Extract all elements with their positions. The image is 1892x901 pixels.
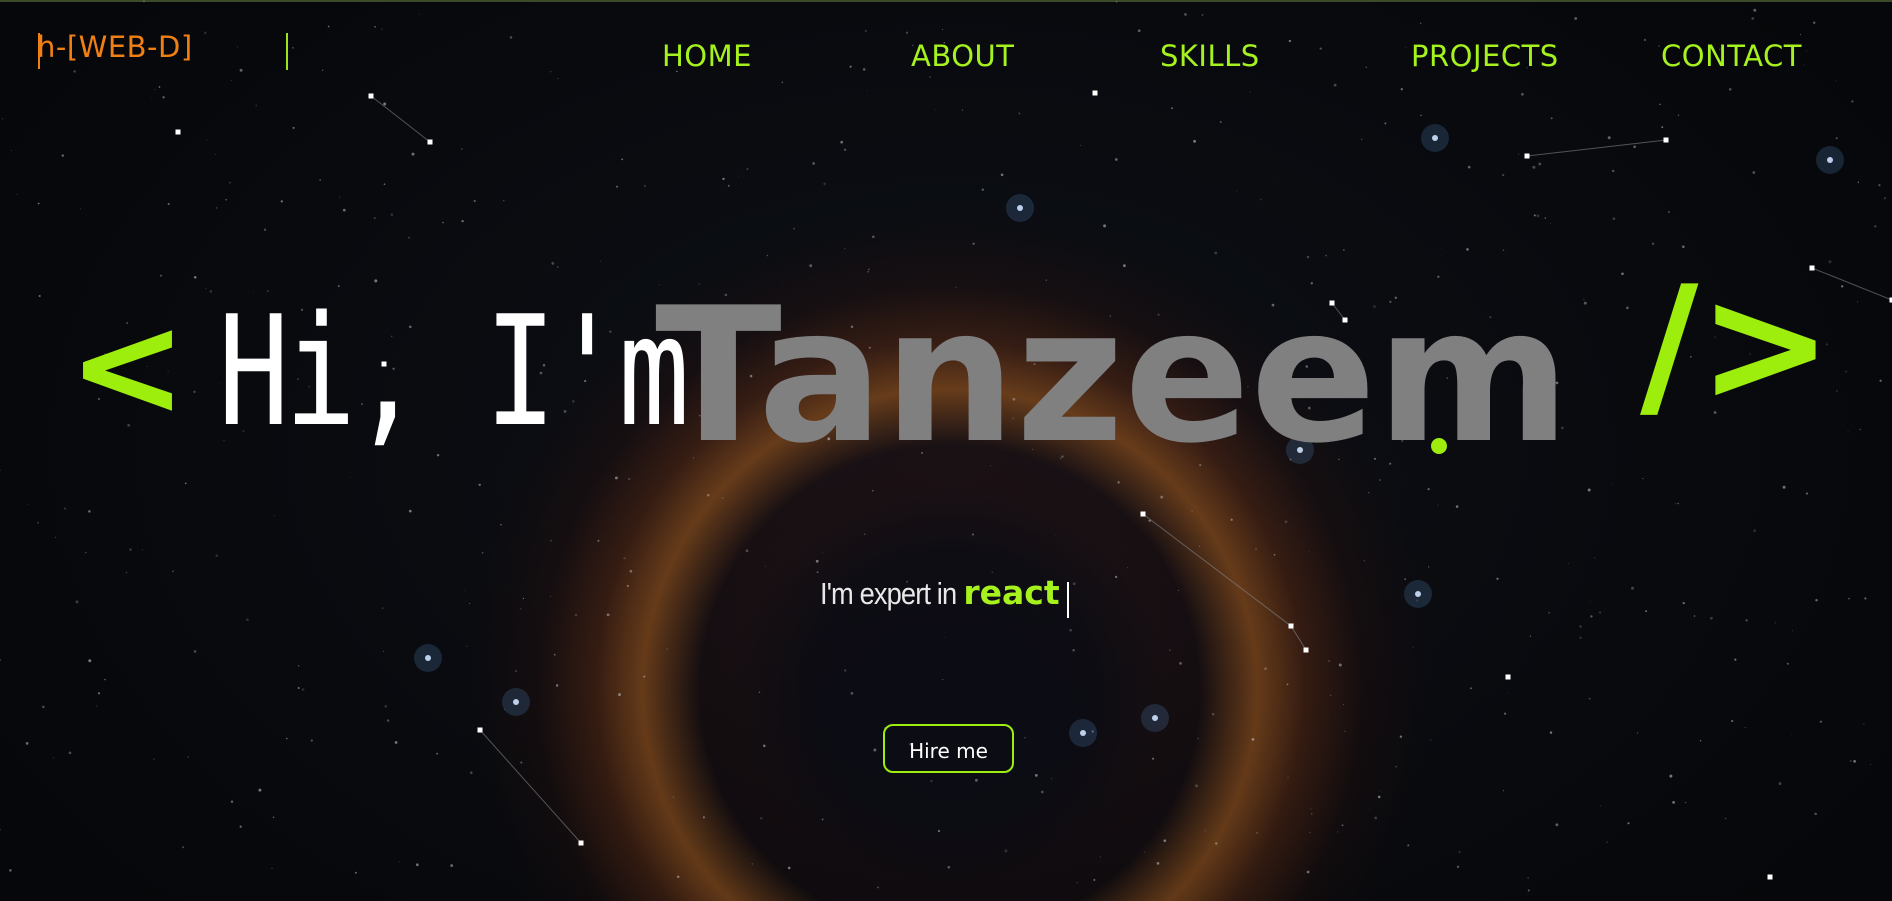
hero-close-bracket: /> <box>1640 251 1833 438</box>
hero-open-bracket: < <box>68 284 187 449</box>
subtitle-prefix: I'm expert in <box>820 576 957 611</box>
nav-skills[interactable]: SKILLS <box>1160 42 1260 71</box>
nav-contact[interactable]: CONTACT <box>1661 42 1802 71</box>
hero-greeting: Hi, I'm <box>218 283 690 460</box>
nav-home[interactable]: HOME <box>662 42 752 71</box>
hero-subtitle: I'm expert in react <box>820 573 1070 618</box>
hero-name-dot <box>1431 438 1447 454</box>
typing-caret <box>1067 581 1070 618</box>
typed-skill-word: react <box>963 573 1060 612</box>
nav-about[interactable]: ABOUT <box>911 42 1015 71</box>
site-logo[interactable]: h-[WEB-D] <box>37 33 193 62</box>
nav-projects[interactable]: PROJECTS <box>1411 42 1559 71</box>
hire-me-button[interactable]: Hire me <box>883 724 1014 773</box>
header-divider <box>286 33 288 70</box>
